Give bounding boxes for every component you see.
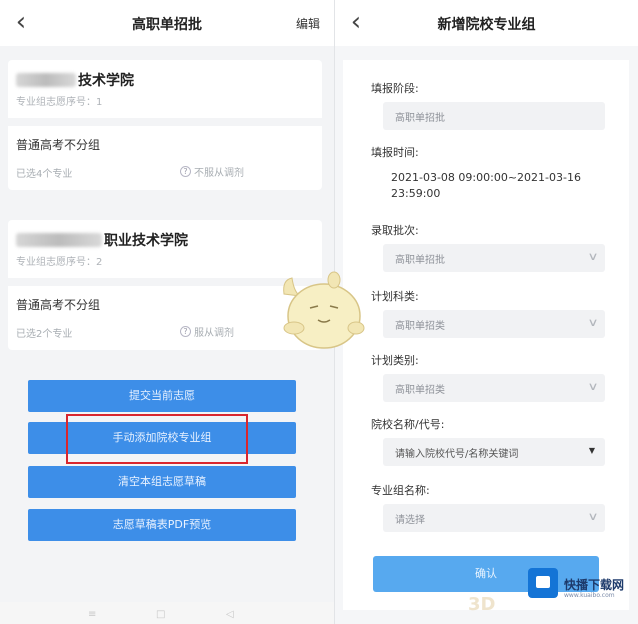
- question-icon: ?: [180, 166, 191, 177]
- left-navbar: ‹ 高职单招批 编辑: [0, 0, 334, 46]
- category-select[interactable]: 高职单招类 ∨: [383, 374, 605, 402]
- back-nav-icon[interactable]: ◁: [226, 609, 234, 620]
- home-nav-icon[interactable]: □: [156, 609, 165, 620]
- subject-label: 计划科类:: [371, 290, 419, 303]
- school-name: 职业技术学院: [104, 233, 188, 249]
- group-order-text: 专业组志愿序号：1: [16, 97, 103, 108]
- stage-label: 填报阶段:: [371, 82, 419, 95]
- group-order-text: 专业组志愿序号：2: [16, 257, 103, 268]
- subject-value: 高职单招类: [395, 321, 445, 332]
- school-name: 技术学院: [78, 73, 134, 89]
- chevron-down-icon: ∨: [587, 316, 599, 329]
- batch-value: 高职单招批: [395, 255, 445, 266]
- menu-nav-icon[interactable]: ≡: [88, 609, 96, 620]
- school-name-row: 职业技术学院: [16, 230, 188, 250]
- group-placeholder: 请选择: [395, 515, 425, 526]
- redacted-name-block: [16, 233, 102, 247]
- group-name-label: 专业组名称:: [371, 484, 430, 497]
- adjust-text: 服从调剂: [194, 328, 234, 339]
- selected-major-count: 已选4个专业: [16, 169, 73, 180]
- school-placeholder: 请输入院校代号/名称关键词: [395, 449, 519, 460]
- group-name-select[interactable]: 请选择 ∨: [383, 504, 605, 532]
- page-title: 高职单招批: [132, 17, 202, 33]
- watermark-brand: 快播下载网: [564, 578, 625, 592]
- batch-select[interactable]: 高职单招批 ∨: [383, 244, 605, 272]
- edit-button[interactable]: 编辑: [296, 15, 320, 32]
- selected-major-count: 已选2个专业: [16, 329, 73, 340]
- watermark-3d-mark: 3D: [468, 594, 496, 615]
- card-divider: [8, 118, 322, 126]
- adjust-text: 不服从调剂: [194, 168, 244, 179]
- time-range-line1: 2021-03-08 09:00:00~2021-03-16: [391, 171, 581, 184]
- highlight-annotation-box: [66, 414, 248, 464]
- pdf-preview-button[interactable]: 志愿草稿表PDF预览: [28, 509, 296, 541]
- site-watermark: 3D 快播下载网 www.kuaibo.com: [468, 566, 638, 624]
- school-label: 院校名称/代号:: [371, 418, 445, 431]
- watermark-logo-icon: [528, 568, 558, 598]
- category-label: 计划类别:: [371, 354, 419, 367]
- batch-label: 录取批次:: [371, 224, 419, 237]
- adjust-status[interactable]: ? 不服从调剂: [180, 164, 244, 179]
- caret-down-icon: ▼: [588, 446, 595, 455]
- chevron-down-icon: ∨: [587, 510, 599, 523]
- system-nav-bar: ≡ □ ◁: [0, 602, 334, 624]
- submit-current-button[interactable]: 提交当前志愿: [28, 380, 296, 412]
- school-name-row: 技术学院: [16, 70, 134, 90]
- clear-draft-button[interactable]: 清空本组志愿草稿: [28, 466, 296, 498]
- subject-select[interactable]: 高职单招类 ∨: [383, 310, 605, 338]
- stage-value: 高职单招批: [395, 113, 445, 124]
- add-group-form: 填报阶段: 高职单招批 填报时间: 2021-03-08 09:00:00~20…: [343, 60, 629, 610]
- question-icon: ?: [180, 326, 191, 337]
- group-type-label: 普通高考不分组: [16, 138, 101, 152]
- stage-field: 高职单招批: [383, 102, 605, 130]
- page-title: 新增院校专业组: [437, 17, 536, 33]
- chevron-down-icon: ∨: [587, 380, 599, 393]
- group-type-label: 普通高考不分组: [16, 298, 101, 312]
- redacted-name-block: [16, 73, 76, 87]
- category-value: 高职单招类: [395, 385, 445, 396]
- mascot-image: [283, 271, 365, 349]
- right-navbar: ‹ 新增院校专业组: [335, 0, 638, 46]
- chevron-down-icon: ∨: [587, 250, 599, 263]
- time-range-line2: 23:59:00: [391, 187, 441, 200]
- school-group-card[interactable]: 技术学院 专业组志愿序号：1 普通高考不分组 已选4个专业 ? 不服从调剂: [8, 60, 322, 190]
- right-phone-screen: ‹ 新增院校专业组 填报阶段: 高职单招批 填报时间: 2021-03-08 0…: [334, 0, 638, 624]
- adjust-status[interactable]: ? 服从调剂: [180, 324, 234, 339]
- school-search-input[interactable]: 请输入院校代号/名称关键词 ▼: [383, 438, 605, 466]
- time-label: 填报时间:: [371, 146, 419, 159]
- watermark-domain: www.kuaibo.com: [564, 592, 615, 599]
